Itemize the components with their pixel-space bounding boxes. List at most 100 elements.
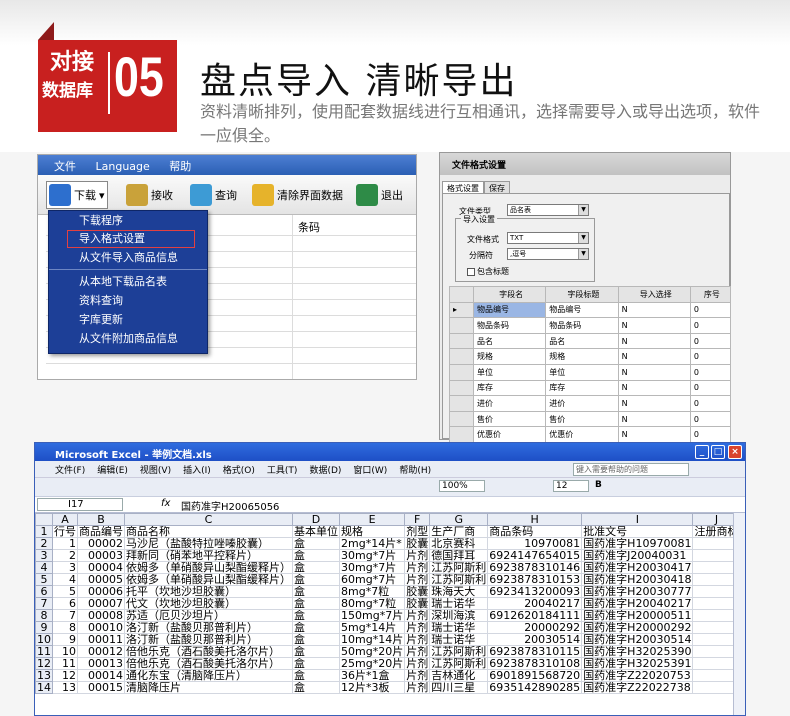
excel-menu-item[interactable]: 编辑(E)	[97, 466, 128, 476]
table-cell[interactable]: 品名	[545, 332, 619, 350]
sheet-cell[interactable]: 盒	[292, 621, 340, 634]
sheet-cell[interactable]: 150mg*7片	[338, 609, 406, 622]
sheet-cell[interactable]: 30mg*7片	[338, 561, 406, 574]
table-cell[interactable]: 物品条码	[472, 317, 547, 334]
table-cell[interactable]: 0	[689, 410, 732, 428]
sheet-cell[interactable]: 00011	[77, 633, 125, 646]
sheet-cell[interactable]: 00010	[77, 621, 125, 634]
table-cell[interactable]: 0	[689, 363, 732, 381]
row-header[interactable]: 2	[35, 537, 53, 550]
row-header[interactable]: 6	[35, 585, 53, 598]
column-header[interactable]: F	[404, 513, 431, 526]
sheet-cell[interactable]: 盒	[292, 681, 340, 694]
sheet-cell[interactable]: 盒	[292, 645, 340, 658]
sheet-cell[interactable]: 10mg*14片	[338, 633, 406, 646]
sheet-cell[interactable]: 国药准字H20040217	[581, 597, 694, 610]
sheet-cell[interactable]: 盒	[292, 573, 340, 586]
minimize-icon[interactable]: _	[695, 445, 709, 459]
table-cell[interactable]: 优惠价	[472, 426, 547, 443]
sheet-cell[interactable]: 胶囊	[404, 585, 431, 598]
menu-item-import-format[interactable]: 导入格式设置	[67, 230, 195, 248]
formula-input[interactable]: 国药准字H20065056	[181, 498, 279, 513]
column-header[interactable]: H	[487, 513, 583, 526]
sheet-cell[interactable]: 1	[52, 537, 78, 550]
sheet-cell[interactable]: 12片*3板	[338, 681, 406, 694]
sheet-cell[interactable]: 盒	[292, 585, 340, 598]
sheet-cell[interactable]: 00014	[77, 669, 125, 682]
sheet-cell[interactable]: 江苏阿斯利	[429, 657, 489, 670]
sheet-cell[interactable]: 9	[52, 633, 78, 646]
include-title-checkbox[interactable]: 包含标题	[467, 266, 509, 277]
column-header[interactable]: E	[338, 513, 406, 526]
row-header[interactable]: 13	[35, 669, 53, 682]
sheet-cell[interactable]: 倍他乐克（酒石酸美托洛尔片）	[124, 645, 293, 658]
sheet-cell[interactable]: 国药准字H20030418	[581, 573, 694, 586]
sheet-cell[interactable]: 依姆多（单硝酸异山梨酯缓释片）	[124, 573, 293, 586]
sheet-cell[interactable]: 盒	[292, 609, 340, 622]
column-header[interactable]: G	[429, 513, 489, 526]
sheet-cell[interactable]: 00007	[77, 597, 125, 610]
row-header[interactable]: 4	[35, 561, 53, 574]
row-header[interactable]: 7	[35, 597, 53, 610]
sheet-cell[interactable]: 盒	[292, 657, 340, 670]
excel-menu-item[interactable]: 帮助(H)	[399, 466, 431, 476]
sheet-cell[interactable]: 6901891568720	[487, 669, 583, 682]
sheet-cell[interactable]: 7	[52, 609, 78, 622]
menu-item-font-update[interactable]: 字库更新	[49, 310, 207, 329]
sheet-cell[interactable]: 江苏阿斯利	[429, 645, 489, 658]
sheet-cell[interactable]: 规格	[338, 525, 406, 538]
sheet-cell[interactable]: 盒	[292, 597, 340, 610]
sheet-cell[interactable]: 洛汀新（盐酸贝那普利片）	[124, 633, 293, 646]
table-row[interactable]: 售价 售价 N 0	[449, 410, 732, 428]
sheet-cell[interactable]: 片剂	[404, 681, 431, 694]
sheet-cell[interactable]: 4	[52, 573, 78, 586]
row-header[interactable]: 9	[35, 621, 53, 634]
sheet-cell[interactable]: 生产厂商	[429, 525, 489, 538]
query-button[interactable]: 查询	[190, 181, 237, 209]
row-header[interactable]: 10	[35, 633, 53, 646]
sheet-cell[interactable]: 00006	[77, 585, 125, 598]
sheet-cell[interactable]: 20030514	[487, 633, 583, 646]
sheet-cell[interactable]: 8mg*7粒	[338, 585, 406, 598]
chevron-down-icon[interactable]: ▼	[578, 233, 588, 243]
menu-item-data-query[interactable]: 资料查询	[49, 291, 207, 310]
table-cell[interactable]: 单位	[472, 363, 547, 381]
table-cell[interactable]: 规格	[545, 348, 619, 365]
sheet-cell[interactable]: 00008	[77, 609, 125, 622]
sheet-cell[interactable]: 瑞士诺华	[429, 621, 489, 634]
sheet-cell[interactable]: 依姆多（单硝酸异山梨酯缓释片）	[124, 561, 293, 574]
table-cell[interactable]: 售价	[545, 410, 619, 428]
sheet-cell[interactable]: 11	[52, 657, 78, 670]
table-cell[interactable]: 库存	[472, 379, 547, 397]
sheet-cell[interactable]: 国药准字H20030417	[581, 561, 694, 574]
menu-file[interactable]: 文件	[54, 160, 76, 173]
sheet-cell[interactable]: 国药准字Z22020753	[581, 669, 694, 682]
clear-data-button[interactable]: 清除界面数据	[252, 181, 343, 209]
sheet-cell[interactable]: 珠海天大	[429, 585, 489, 598]
sheet-cell[interactable]: 盒	[292, 537, 340, 550]
sheet-cell[interactable]: 13	[52, 681, 78, 694]
sheet-cell[interactable]: 10	[52, 645, 78, 658]
column-header[interactable]: I	[581, 513, 694, 526]
table-row[interactable]: 库存 库存 N 0	[449, 379, 732, 397]
table-cell[interactable]: N	[617, 410, 691, 428]
sheet-cell[interactable]: 深圳海滨	[429, 609, 489, 622]
menu-item-import-from-file[interactable]: 从文件导入商品信息	[49, 248, 207, 267]
table-cell[interactable]: 规格	[472, 348, 547, 365]
row-header[interactable]: 11	[35, 645, 53, 658]
sheet-cell[interactable]: 6	[52, 597, 78, 610]
sheet-cell[interactable]: 国药准字H20000292	[581, 621, 694, 634]
sheet-cell[interactable]: 5	[52, 585, 78, 598]
sheet-cell[interactable]: 00012	[77, 645, 125, 658]
chevron-down-icon[interactable]: ▼	[578, 205, 588, 215]
table-cell[interactable]: 0	[689, 395, 732, 412]
sheet-cell[interactable]: 2mg*14片*	[338, 537, 406, 550]
chevron-down-icon[interactable]: ▼	[578, 249, 588, 259]
sheet-cell[interactable]: 片剂	[404, 645, 431, 658]
menu-item-download-program[interactable]: 下载程序	[49, 211, 207, 230]
sheet-cell[interactable]: 胶囊	[404, 537, 431, 550]
excel-menu-item[interactable]: 插入(I)	[183, 466, 211, 476]
table-cell[interactable]: 物品编号	[545, 301, 619, 319]
sheet-cell[interactable]: 片剂	[404, 669, 431, 682]
sheet-cell[interactable]: 30mg*7片	[338, 549, 406, 562]
